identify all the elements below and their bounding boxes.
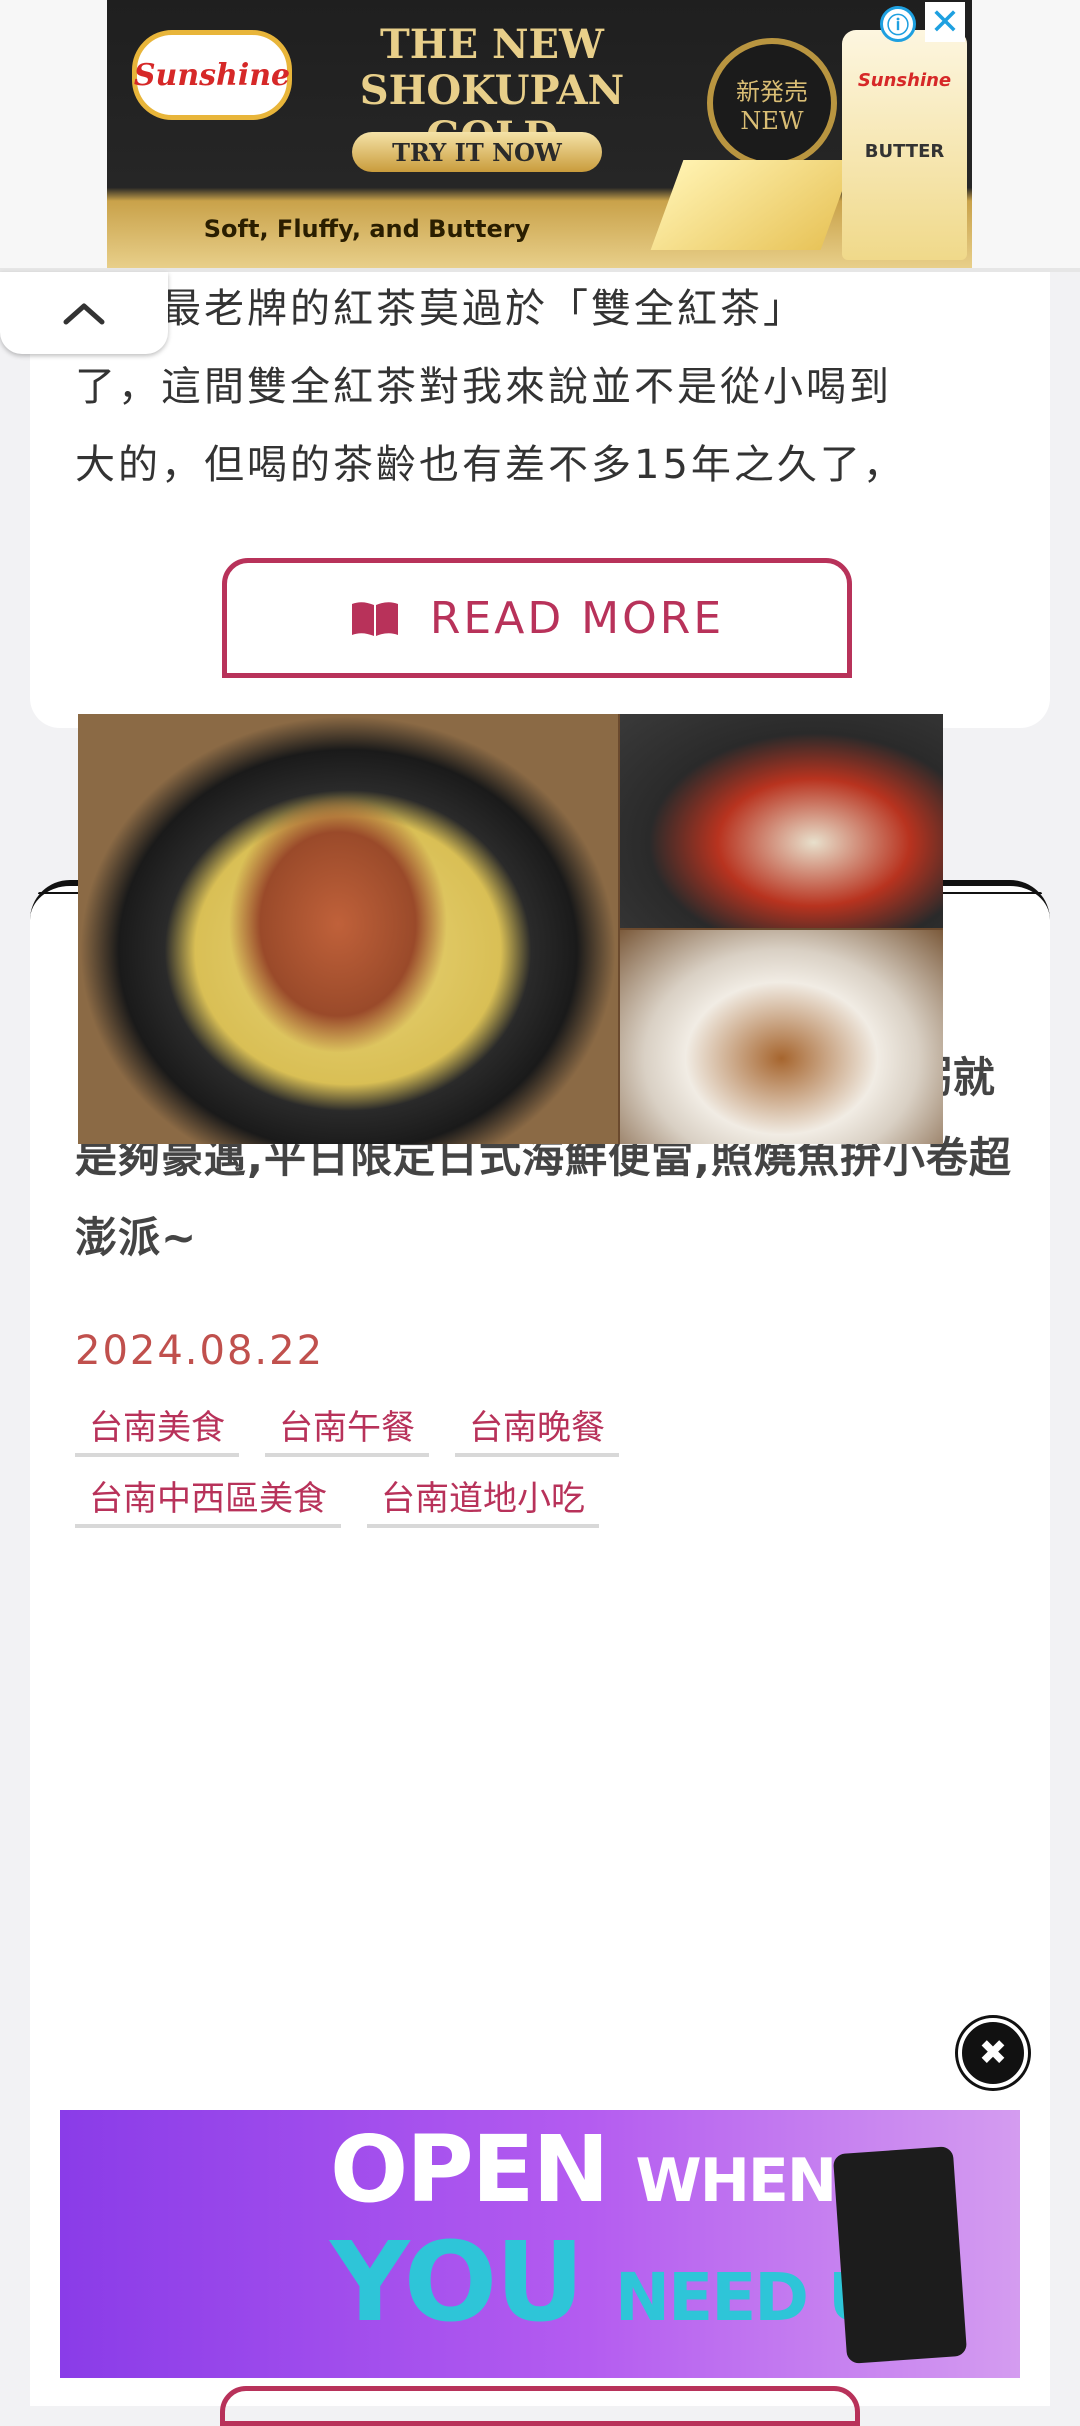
tag-link[interactable]: 台南午餐 [265,1396,429,1457]
chevron-up-icon [63,303,105,325]
collapse-ad-button[interactable] [0,272,168,354]
ad-open-text: OPEN [330,2116,609,2223]
bottom-ad-close-icon[interactable]: ✖ [958,2018,1028,2088]
device-image [832,2146,968,2364]
package-brand: Sunshine [857,70,952,91]
ad-tagline: Soft, Fluffy, and Buttery [203,215,531,243]
medal-jp-text: 新発売 [736,77,808,106]
tag-link[interactable]: 台南道地小吃 [367,1467,599,1528]
book-icon [351,602,398,636]
ad-headline-line1: THE NEW [380,21,604,68]
ad-info-icon[interactable]: ⓘ [880,6,916,42]
ad-you-text: YOU [330,2218,585,2346]
post-date: 2024.08.22 [75,1328,325,1374]
package-label: BUTTER [864,141,945,162]
bottom-banner-ad[interactable]: OPEN WHEN YOU NEED US [60,2110,1020,2378]
read-more-label: READ MORE [429,592,725,644]
bento-photo [620,930,943,1144]
new-medal: 新発売 NEW [707,38,837,168]
post-excerpt: 最紅最老牌的紅茶莫過於「雙全紅茶」 了，這間雙全紅茶對我來說並不是從小喝到 大的… [75,286,906,488]
ad-text-line2: YOU NEED US [330,2218,927,2346]
butter-image [650,160,854,250]
sunshine-logo: Sunshine [132,30,292,120]
try-it-now-button[interactable]: TRY IT NOW [352,132,602,172]
tag-link[interactable]: 台南中西區美食 [75,1467,341,1528]
top-banner-ad[interactable]: Sunshine THE NEW SHOKUPAN GOLD TRY IT NO… [107,0,972,268]
post-featured-image[interactable] [78,714,943,1144]
ad-text-line1: OPEN WHEN [330,2116,838,2223]
post-tags: 台南美食 台南午餐 台南晚餐 台南中西區美食 台南道地小吃 [75,1396,975,1538]
read-more-button[interactable]: READ MORE [222,558,852,678]
read-more-button-partial[interactable] [220,2386,860,2426]
bread-package-image: Sunshine BUTTER [842,30,967,260]
lobster-photo-detail [228,794,448,1054]
medal-new-text: NEW [740,106,804,135]
ad-when-text: WHEN [635,2146,838,2216]
spoon-seafood-photo [620,714,943,928]
tag-link[interactable]: 台南美食 [75,1396,239,1457]
ad-close-icon[interactable]: ✕ [925,2,965,43]
tag-link[interactable]: 台南晚餐 [455,1396,619,1457]
